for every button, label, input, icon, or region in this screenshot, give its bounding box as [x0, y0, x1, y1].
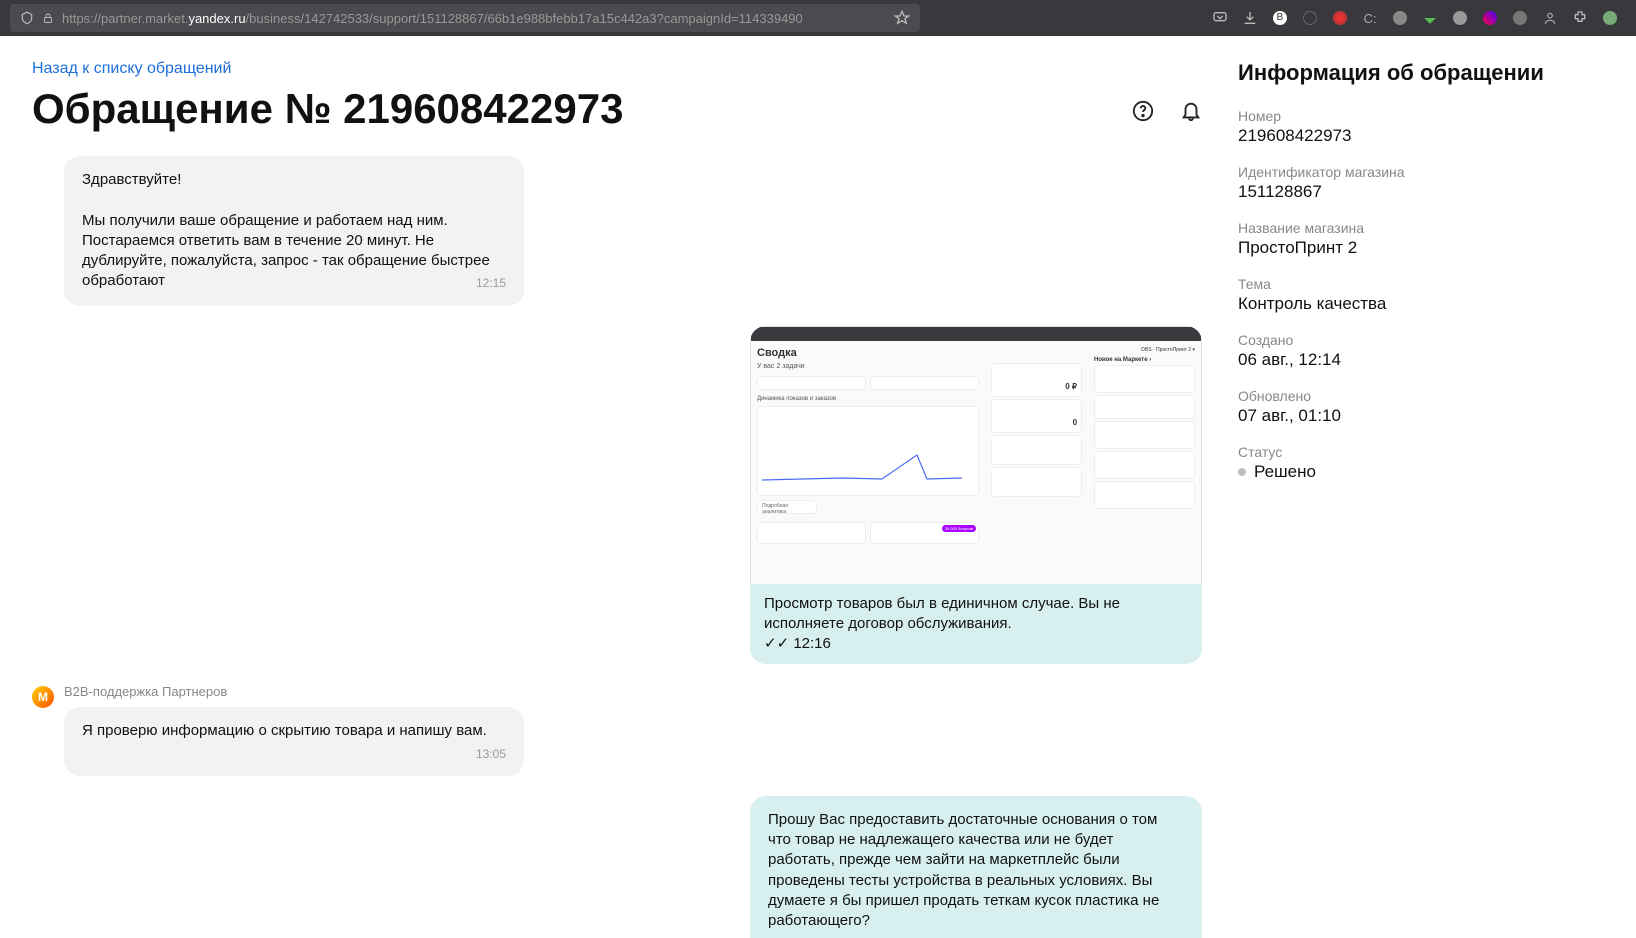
field-value-shop-id: 151128867 — [1238, 182, 1612, 202]
download-icon[interactable] — [1242, 10, 1258, 26]
field-value-created: 06 авг., 12:14 — [1238, 350, 1612, 370]
field-label-shop-id: Идентификатор магазина — [1238, 164, 1612, 180]
info-sidebar: Информация об обращении Номер 2196084229… — [1226, 36, 1636, 938]
ext-icon-3[interactable] — [1332, 10, 1348, 26]
field-label-topic: Тема — [1238, 276, 1612, 292]
ext-icon-9[interactable] — [1512, 10, 1528, 26]
message-time: 12:15 — [476, 275, 506, 291]
ext-icon-6[interactable] — [1422, 10, 1438, 26]
help-icon[interactable] — [1132, 100, 1154, 122]
message-bubble: Здравствуйте! Мы получили ваше обращение… — [64, 156, 524, 306]
field-value-topic: Контроль качества — [1238, 294, 1612, 314]
url-text: https://partner.market.yandex.ru/busines… — [62, 11, 803, 26]
page-title: Обращение № 219608422973 — [32, 86, 623, 132]
back-link[interactable]: Назад к списку обращений — [32, 60, 231, 78]
message-row: Сводка У вас 2 задачи Динамика показов и… — [32, 326, 1202, 665]
browser-toolbar: https://partner.market.yandex.ru/busines… — [0, 0, 1636, 36]
field-value-shop-name: ПростоПринт 2 — [1238, 238, 1612, 258]
message-row: M B2B-поддержка Партнеров Я проверю инфо… — [32, 684, 1202, 775]
field-label-number: Номер — [1238, 108, 1612, 124]
field-label-shop-name: Название магазина — [1238, 220, 1612, 236]
attachment-thumbnail[interactable]: Сводка У вас 2 задачи Динамика показов и… — [750, 326, 1202, 584]
attachment-caption-text: Просмотр товаров был в единичном случае.… — [764, 595, 1120, 632]
sidebar-title: Информация об обращении — [1238, 60, 1612, 86]
ext-icon-11[interactable] — [1602, 10, 1618, 26]
field-label-created: Создано — [1238, 332, 1612, 348]
read-ticks-icon: ✓✓ — [764, 635, 789, 652]
ext-icon-2[interactable] — [1302, 10, 1318, 26]
avatar: M — [32, 686, 54, 708]
message-text: Здравствуйте! Мы получили ваше обращение… — [82, 171, 490, 289]
ext-icon-7[interactable] — [1452, 10, 1468, 26]
thumb-title: Сводка — [757, 347, 979, 359]
message-text: Прошу Вас предоставить достаточные основ… — [768, 811, 1159, 929]
ext-icon-10[interactable] — [1542, 10, 1558, 26]
field-value-updated: 07 авг., 01:10 — [1238, 406, 1612, 426]
status-dot-icon — [1238, 468, 1246, 476]
lock-icon — [42, 12, 54, 24]
browser-extensions: B C: — [1212, 10, 1626, 26]
message-row: Прошу Вас предоставить достаточные основ… — [32, 796, 1202, 938]
message-time: 12:16 — [793, 635, 831, 652]
thumb-subtitle: У вас 2 задачи — [757, 363, 979, 370]
field-label-status: Статус — [1238, 444, 1612, 460]
sender-name: B2B-поддержка Партнеров — [64, 684, 524, 699]
url-bar[interactable]: https://partner.market.yandex.ru/busines… — [10, 4, 920, 32]
message-bubble: Прошу Вас предоставить достаточные основ… — [750, 796, 1202, 938]
bookmark-star-icon[interactable] — [894, 10, 910, 26]
ext-icon-4[interactable]: C: — [1362, 10, 1378, 26]
field-value-status: Решено — [1254, 462, 1316, 482]
ext-icon-8[interactable] — [1482, 10, 1498, 26]
message-text: Я проверю информацию о скрытию товара и … — [82, 722, 487, 739]
message-time: 13:05 — [476, 746, 506, 762]
bell-icon[interactable] — [1180, 100, 1202, 122]
ext-icon-1[interactable]: B — [1272, 10, 1288, 26]
chat-thread: Здравствуйте! Мы получили ваше обращение… — [32, 156, 1202, 938]
field-value-number: 219608422973 — [1238, 126, 1612, 146]
message-row: Здравствуйте! Мы получили ваше обращение… — [32, 156, 1202, 306]
field-label-updated: Обновлено — [1238, 388, 1612, 404]
pocket-icon[interactable] — [1212, 10, 1228, 26]
message-bubble: Я проверю информацию о скрытию товара и … — [64, 707, 524, 775]
ext-icon-5[interactable] — [1392, 10, 1408, 26]
shield-icon — [20, 11, 34, 25]
extensions-icon[interactable] — [1572, 10, 1588, 26]
attachment-card[interactable]: Сводка У вас 2 задачи Динамика показов и… — [750, 326, 1202, 665]
